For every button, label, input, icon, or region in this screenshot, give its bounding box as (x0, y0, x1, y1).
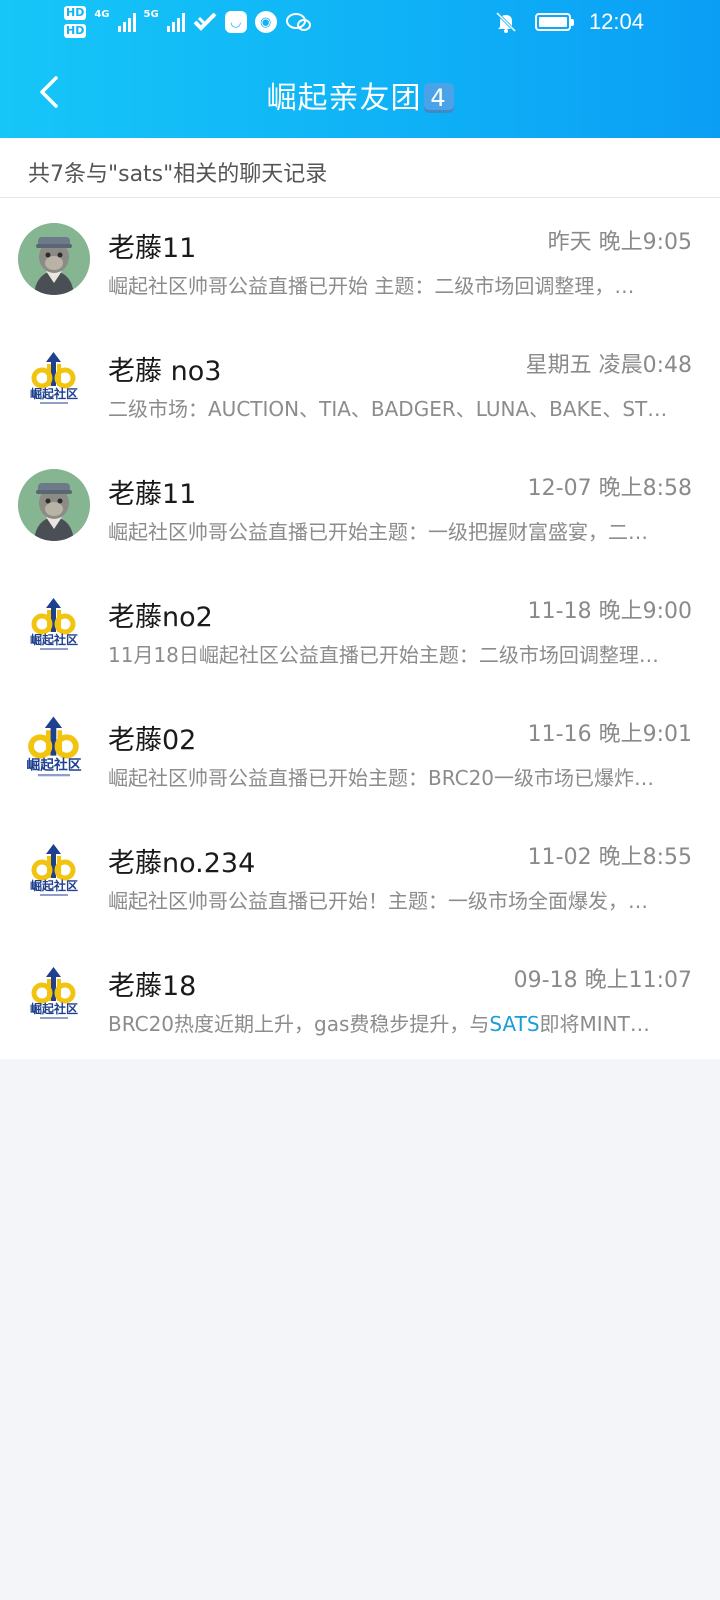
result-row[interactable]: 老藤11 12-07 晚上8:58 崛起社区帅哥公益直播已开始主题：一级把握财富盛宴… (0, 444, 720, 567)
notification-app-icon: ◉ (254, 11, 277, 33)
battery-icon (534, 13, 574, 31)
message-preview-text: BRC20热度近期上升，gas费稳步提升，与 (108, 1012, 490, 1036)
status-left: HD HD 4G 5G ◡ ◉ (64, 6, 311, 38)
message-preview-text: 二级市场：AUCTION、TIA、BADGER、LUNA、BAKE、ST… (108, 397, 668, 421)
sender-name: 老藤11 (108, 479, 197, 510)
message-preview-text: 崛起社区帅哥公益直播已开始！主题：一级市场全面爆发，… (108, 889, 648, 913)
message-preview: 崛起社区帅哥公益直播已开始 主题：二级市场回调整理，… (108, 270, 700, 299)
hotspot-icon (193, 12, 217, 31)
message-preview-text: 11月18日崛起社区公益直播已开始主题：二级市场回调整理… (108, 643, 659, 667)
status-time: 12:04 (588, 9, 644, 34)
message-preview: 二级市场：AUCTION、TIA、BADGER、LUNA、BAKE、ST… (108, 393, 700, 422)
result-row[interactable]: 崛起社区 老藤no2 11-18 晚上9:00 11月18日崛起社区公益直播已开始主题… (0, 567, 720, 690)
sender-name: 老藤02 (108, 725, 197, 756)
result-row[interactable]: 崛起社区 老藤 no3 星期五 凌晨0:48 二级市场：AUCTION、TIA、BAD… (0, 321, 720, 444)
message-time: 昨天 晚上9:05 (547, 230, 692, 255)
signal-icon (117, 12, 136, 32)
avatar-community-logo[interactable]: 崛起社区 (18, 592, 90, 664)
status-bar: HD HD 4G 5G ◡ ◉ 12:04 (0, 0, 720, 48)
message-preview-text: 崛起社区帅哥公益直播已开始主题：BRC20一级市场已爆炸… (108, 766, 655, 790)
result-row[interactable]: 老藤11 昨天 晚上9:05 崛起社区帅哥公益直播已开始 主题：二级市场回调整理，… (0, 198, 720, 321)
avatar-community-logo[interactable]: 崛起社区 (18, 346, 90, 418)
message-time: 11-16 晚上9:01 (527, 722, 692, 747)
avatar-community-logo[interactable]: 崛起社区 (18, 961, 90, 1033)
message-preview: BRC20热度近期上升，gas费稳步提升，与SATS即将MINT… (108, 1008, 700, 1037)
result-list: 老藤11 昨天 晚上9:05 崛起社区帅哥公益直播已开始 主题：二级市场回调整理，…… (0, 198, 720, 1059)
sender-name: 老藤11 (108, 233, 197, 264)
avatar-community-logo[interactable]: 崛起社区 (18, 715, 90, 787)
sender-name: 老藤no.234 (108, 848, 256, 879)
search-summary: 共7条与"sats"相关的聊天记录 (0, 138, 720, 198)
group-name: 崛起亲友团 (266, 81, 422, 116)
result-row[interactable]: 崛起社区 老藤02 11-16 晚上9:01 崛起社区帅哥公益直播已开始主题：BRC2… (0, 690, 720, 813)
message-preview: 崛起社区帅哥公益直播已开始主题：一级把握财富盛宴，二… (108, 516, 700, 545)
mute-bell-icon (495, 11, 516, 33)
avatar-ape-image[interactable] (18, 469, 90, 541)
status-right: 12:04 (495, 9, 644, 35)
hd-indicators: HD HD (64, 6, 87, 38)
svg-text:崛起社区: 崛起社区 (30, 878, 78, 893)
result-row[interactable]: 崛起社区 老藤no.234 11-02 晚上8:55 崛起社区帅哥公益直播已开始！主题… (0, 813, 720, 936)
sender-name: 老藤 no3 (108, 356, 222, 387)
search-summary-text: 共7条与"sats"相关的聊天记录 (28, 162, 328, 187)
avatar-ape-image[interactable] (18, 223, 90, 295)
message-preview: 崛起社区帅哥公益直播已开始主题：BRC20一级市场已爆炸… (108, 762, 700, 791)
hd-icon: HD (64, 6, 87, 20)
network-type-label: 4G (94, 8, 110, 20)
svg-text:崛起社区: 崛起社区 (30, 1001, 78, 1016)
message-preview-text: 崛起社区帅哥公益直播已开始主题：一级把握财富盛宴，二… (108, 520, 648, 544)
result-row[interactable]: 崛起社区 老藤18 09-18 晚上11:07 BRC20热度近期上升，gas费稳步提… (0, 936, 720, 1059)
notification-app-icon: ◡ (224, 11, 247, 33)
chat-app-icon (285, 13, 311, 31)
top-bar: HD HD 4G 5G ◡ ◉ 12:04 崛起亲友团 4 (0, 0, 720, 138)
message-preview-text: 即将MINT… (539, 1012, 650, 1036)
avatar-community-logo[interactable]: 崛起社区 (18, 838, 90, 910)
message-preview-text: 崛起社区帅哥公益直播已开始 主题：二级市场回调整理，… (108, 274, 635, 298)
message-time: 09-18 晚上11:07 (513, 968, 692, 993)
signal-icon (166, 12, 185, 32)
message-time: 星期五 凌晨0:48 (525, 353, 692, 378)
page-title: 崛起亲友团 4 (0, 73, 720, 117)
message-time: 11-18 晚上9:00 (527, 599, 692, 624)
hd-icon: HD (64, 24, 87, 38)
sender-name: 老藤no2 (108, 602, 213, 633)
sender-name: 老藤18 (108, 971, 197, 1002)
message-time: 12-07 晚上8:58 (527, 476, 692, 501)
message-preview: 崛起社区帅哥公益直播已开始！主题：一级市场全面爆发，… (108, 885, 700, 914)
member-count-badge: 4 (423, 83, 454, 113)
message-preview: 11月18日崛起社区公益直播已开始主题：二级市场回调整理… (108, 639, 700, 668)
message-time: 11-02 晚上8:55 (527, 845, 692, 870)
search-keyword-highlight: SATS (489, 1012, 540, 1036)
svg-text:崛起社区: 崛起社区 (30, 386, 78, 401)
network-type-label: 5G (143, 8, 159, 20)
svg-text:崛起社区: 崛起社区 (26, 756, 81, 773)
svg-text:崛起社区: 崛起社区 (30, 632, 78, 647)
empty-area (0, 1060, 720, 1600)
